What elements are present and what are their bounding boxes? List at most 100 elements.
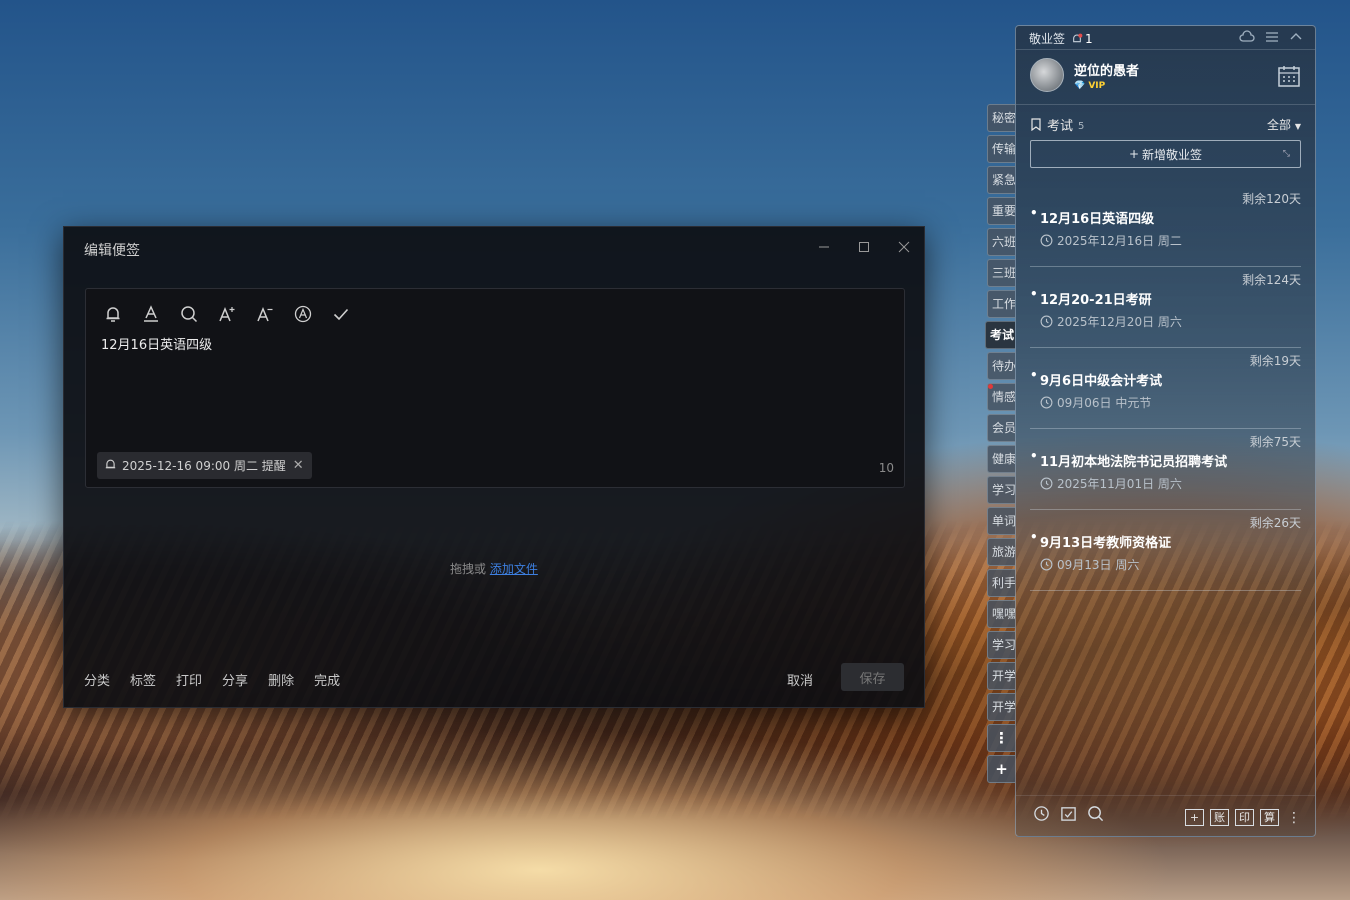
note-editor[interactable]: 12月16日英语四级 2025-12-16 09:00 周二 提醒 ✕ 10 — [85, 288, 905, 488]
dialog-actions: 分类 标签 打印 分享 删除 完成 — [84, 670, 360, 689]
add-file-link[interactable]: 添加文件 — [490, 562, 538, 576]
side-tab[interactable]: 秘密 — [987, 104, 1015, 132]
maximize-button[interactable] — [849, 235, 879, 259]
side-tab-label: 工作 — [992, 297, 1015, 311]
panel-header-icons — [1239, 30, 1303, 48]
side-tab[interactable]: 学习 — [987, 631, 1015, 659]
side-tab[interactable]: 旅游 — [987, 538, 1015, 566]
side-tab[interactable]: 开学 — [987, 693, 1015, 721]
calculator-button[interactable]: 算 — [1260, 809, 1279, 826]
side-tab-label: 学习 — [992, 638, 1015, 652]
clock-icon — [1040, 315, 1053, 328]
expand-icon: ⤡ — [1282, 149, 1290, 159]
search-icon[interactable] — [1087, 805, 1104, 826]
side-tab-label: 情感 — [992, 390, 1015, 404]
edit-note-dialog: 编辑便签 12月16日英语四级 2025-12-16 09:00 周二 提醒 ✕… — [63, 226, 925, 708]
side-tab[interactable]: 六班 — [987, 228, 1015, 256]
side-tab-label: 紧急 — [992, 173, 1015, 187]
note-date: 09月06日 中元节 — [1040, 394, 1151, 411]
days-remaining: 剩余26天 — [1249, 516, 1301, 530]
minimize-button[interactable] — [809, 235, 839, 259]
add-icon[interactable]: + — [1185, 809, 1204, 826]
file-drop-zone[interactable]: 拖拽或 添加文件 — [450, 560, 538, 577]
side-tab[interactable]: 开学 — [987, 662, 1015, 690]
note-text[interactable]: 12月16日英语四级 — [101, 334, 212, 353]
note-title: 11月初本地法院书记员招聘考试 — [1030, 449, 1227, 470]
side-tab[interactable]: 传输 — [987, 135, 1015, 163]
user-profile[interactable]: 逆位的愚者 💎 VIP — [1030, 58, 1139, 92]
side-tab[interactable]: 考试 — [985, 321, 1015, 349]
close-button[interactable] — [889, 235, 919, 259]
note-title: 12月20-21日考研 — [1030, 287, 1152, 308]
caret-down-icon: ▼ — [1294, 122, 1301, 131]
remove-reminder-icon[interactable]: ✕ — [293, 458, 304, 473]
side-tab[interactable]: 单词 — [987, 507, 1015, 535]
new-note-button[interactable]: + 新增敬业签 ⤡ — [1030, 140, 1301, 168]
note-date: 09月13日 周六 — [1040, 556, 1139, 573]
editor-toolbar — [104, 303, 370, 325]
check-icon[interactable] — [332, 303, 370, 325]
print-button[interactable]: 印 — [1235, 809, 1254, 826]
reminder-text: 2025-12-16 09:00 周二 提醒 — [122, 459, 286, 473]
share-button[interactable]: 分享 — [222, 670, 248, 689]
note-title: 9月13日考教师资格证 — [1030, 530, 1171, 551]
side-tab[interactable]: 三班 — [987, 259, 1015, 287]
side-tab-label: 嘿嘿 — [992, 607, 1015, 621]
side-tab-label: 开学 — [992, 700, 1015, 714]
profile-divider — [1016, 104, 1315, 105]
clock-icon — [1040, 558, 1053, 571]
note-item[interactable]: 剩余19天 9月6日中级会计考试 09月06日 中元节 — [1030, 348, 1301, 429]
reminder-chip[interactable]: 2025-12-16 09:00 周二 提醒 ✕ — [97, 452, 312, 479]
filter-dropdown[interactable]: 全部 ▼ — [1267, 116, 1301, 133]
font-style-icon[interactable] — [294, 303, 332, 325]
font-color-icon[interactable] — [142, 303, 180, 325]
side-tab[interactable]: 紧急 — [987, 166, 1015, 194]
side-tab[interactable]: 健康 — [987, 445, 1015, 473]
more-vertical-icon[interactable]: ⋮ — [1287, 810, 1301, 826]
cloud-sync-icon[interactable] — [1239, 30, 1255, 48]
side-tab-label: 利手 — [992, 576, 1015, 590]
todo-icon[interactable] — [1060, 805, 1077, 826]
note-item[interactable]: 剩余75天 11月初本地法院书记员招聘考试 2025年11月01日 周六 — [1030, 429, 1301, 510]
side-tab[interactable]: 工作 — [987, 290, 1015, 318]
side-tab[interactable]: 利手 — [987, 569, 1015, 597]
category-name: 考试 — [1047, 119, 1074, 134]
font-decrease-icon[interactable] — [256, 303, 294, 325]
account-button[interactable]: 账 — [1210, 809, 1229, 826]
note-item[interactable]: 剩余124天 12月20-21日考研 2025年12月20日 周六 — [1030, 267, 1301, 348]
tag-button[interactable]: 标签 — [130, 670, 156, 689]
clock-icon[interactable] — [1033, 805, 1050, 826]
current-category[interactable]: 考试 5 — [1030, 115, 1084, 134]
side-tab[interactable]: 待办 — [987, 352, 1015, 380]
side-tab[interactable]: 重要 — [987, 197, 1015, 225]
collapse-icon[interactable] — [1289, 30, 1303, 48]
cancel-button[interactable]: 取消 — [787, 670, 813, 689]
add-tab-button[interactable]: + — [987, 755, 1015, 783]
avatar[interactable] — [1030, 58, 1064, 92]
side-tab-label: 传输 — [992, 142, 1015, 156]
note-item[interactable]: 剩余26天 9月13日考教师资格证 09月13日 周六 — [1030, 510, 1301, 591]
side-tab[interactable]: 情感 — [987, 383, 1015, 411]
print-button[interactable]: 打印 — [176, 670, 202, 689]
side-tab[interactable]: 会员 — [987, 414, 1015, 442]
side-tab[interactable]: 学习 — [987, 476, 1015, 504]
complete-button[interactable]: 完成 — [314, 670, 340, 689]
days-remaining: 剩余19天 — [1249, 354, 1301, 368]
bell-icon[interactable] — [104, 303, 142, 325]
menu-icon[interactable] — [1265, 30, 1279, 48]
font-increase-icon[interactable] — [218, 303, 256, 325]
note-item[interactable]: 剩余120天 12月16日英语四级 2025年12月16日 周二 — [1030, 186, 1301, 267]
bell-icon — [104, 458, 117, 474]
category-button[interactable]: 分类 — [84, 670, 110, 689]
calendar-icon[interactable] — [1277, 64, 1301, 88]
delete-button[interactable]: 删除 — [268, 670, 294, 689]
side-tab-label: 单词 — [992, 514, 1015, 528]
save-button[interactable]: 保存 — [841, 663, 904, 691]
side-tab-label: 健康 — [992, 452, 1015, 466]
search-icon[interactable] — [180, 303, 218, 325]
side-tab-label: 秘密 — [992, 111, 1015, 125]
more-tabs-button[interactable]: ⋮ — [987, 724, 1015, 752]
notification-badge[interactable]: 1 — [1071, 32, 1093, 46]
side-tab[interactable]: 嘿嘿 — [987, 600, 1015, 628]
note-date: 2025年12月16日 周二 — [1040, 232, 1182, 249]
